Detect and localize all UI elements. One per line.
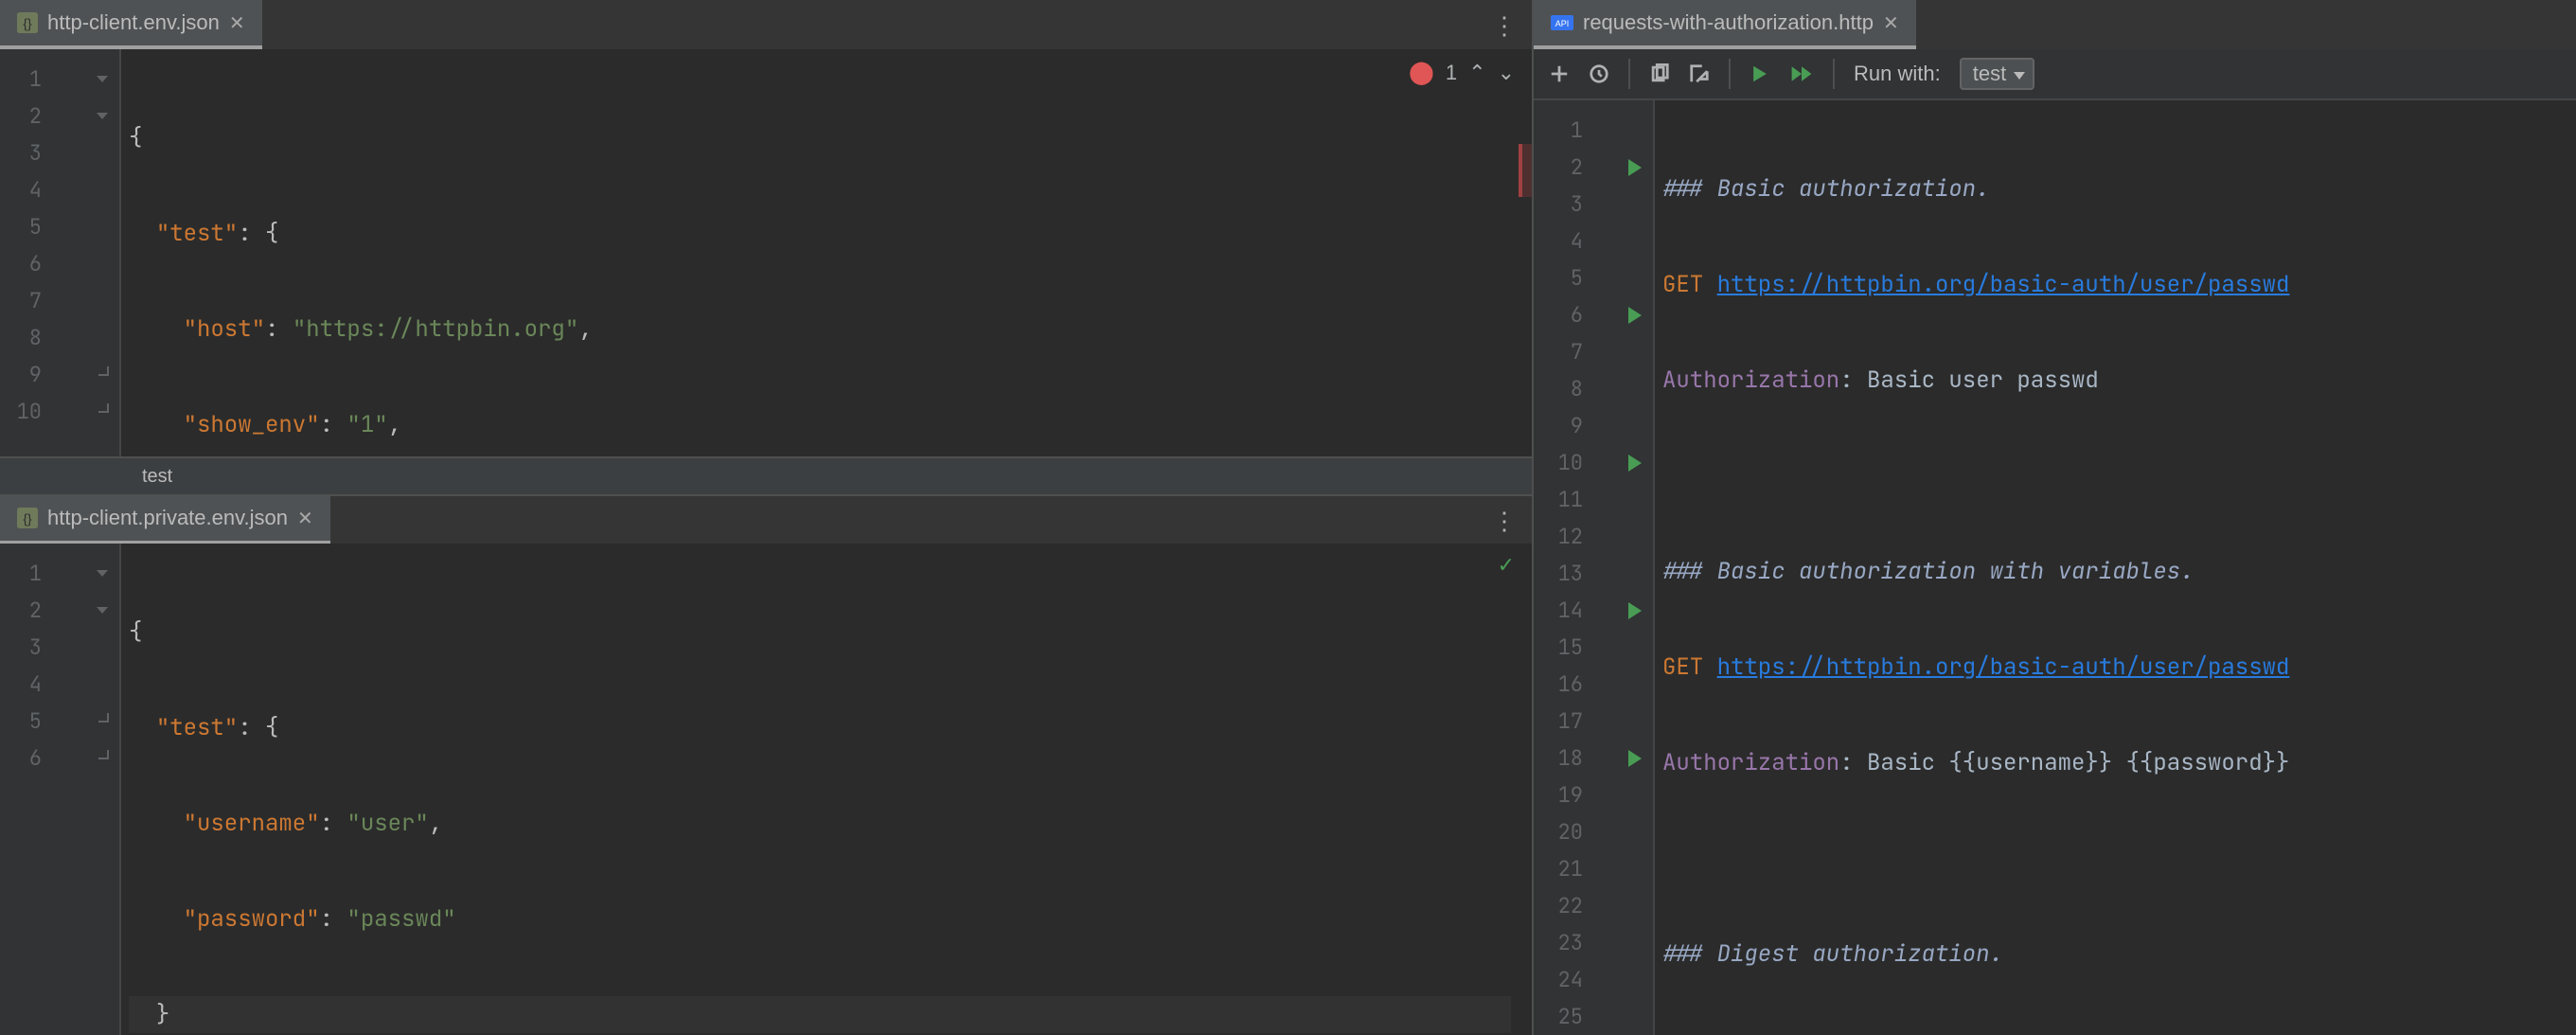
json-file-icon: {} [17,508,38,528]
fold-icon[interactable] [97,113,108,119]
tab-env-json[interactable]: {} http-client.env.json ✕ [0,0,262,49]
gutter: 12 34 56 [0,544,53,1035]
api-file-icon: API [1551,12,1573,33]
svg-text:API: API [1555,19,1570,28]
add-request-icon[interactable] [1549,63,1570,84]
run-request-icon[interactable] [1628,307,1642,324]
chevron-up-icon[interactable]: ⌃ [1468,61,1485,85]
gutter: 12 34 56 78 910 1112 1314 1516 1718 1920… [1534,100,1594,1035]
code-area[interactable]: ### Basic authorization. GET https://htt… [1655,100,2576,1035]
inspection-status[interactable]: ⬤ 1 ⌃ ⌄ [1409,59,1515,86]
editor-env-json[interactable]: 12 34 56 78 910 { "test": { "host": "htt… [0,49,1532,456]
fold-end-icon [98,721,108,723]
tab-menu-icon[interactable]: ⋮ [1492,9,1519,42]
fold-end-icon [98,374,108,376]
tab-menu-icon[interactable]: ⋮ [1492,504,1519,537]
run-request-icon[interactable] [1628,455,1642,472]
env-selector[interactable]: test [1960,58,2034,90]
run-request-icon[interactable] [1628,750,1642,767]
error-stripe[interactable] [1519,144,1532,197]
code-area[interactable]: { "test": { "host": "https://httpbin.org… [121,49,1532,456]
fold-icon[interactable] [97,76,108,82]
tabbar-left-bottom: {} http-client.private.env.json ✕ ⋮ [0,494,1532,544]
fold-column [53,49,121,456]
run-with-label: Run with: [1854,62,1941,86]
http-client-toolbar: Run with: test [1534,49,2576,100]
chevron-down-icon[interactable]: ⌄ [1498,61,1515,85]
error-icon: ⬤ [1409,59,1434,86]
history-icon[interactable] [1589,63,1609,84]
ok-icon: ✓ [1498,553,1515,578]
editor-http-requests[interactable]: 12 34 56 78 910 1112 1314 1516 1718 1920… [1534,100,2576,1035]
fold-icon[interactable] [97,607,108,614]
tab-label: requests-with-authorization.http [1583,10,1874,35]
breadcrumb[interactable]: test [0,456,1532,494]
run-request-icon[interactable] [1628,159,1642,176]
fold-icon[interactable] [97,570,108,577]
error-count: 1 [1446,61,1457,85]
copy-icon[interactable] [1649,63,1670,84]
tabbar-left-top: {} http-client.env.json ✕ ⋮ [0,0,1532,49]
tab-label: http-client.env.json [47,10,220,35]
tabbar-right: API requests-with-authorization.http ✕ [1534,0,2576,49]
import-icon[interactable] [1689,63,1710,84]
editor-private-env-json[interactable]: 12 34 56 { "test": { "username": "user",… [0,544,1532,1035]
close-icon[interactable]: ✕ [229,11,245,35]
fold-column [53,544,121,1035]
json-file-icon: {} [17,12,38,33]
fold-end-icon [98,758,108,759]
run-icon[interactable] [1750,63,1770,84]
run-gutter [1594,100,1655,1035]
inspection-status[interactable]: ✓ [1498,553,1515,578]
svg-text:{}: {} [23,512,32,526]
svg-text:{}: {} [23,17,32,31]
tab-label: http-client.private.env.json [47,506,288,530]
close-icon[interactable]: ✕ [1883,11,1899,35]
gutter: 12 34 56 78 910 [0,49,53,456]
tab-private-env-json[interactable]: {} http-client.private.env.json ✕ [0,495,330,544]
run-request-icon[interactable] [1628,602,1642,619]
run-all-icon[interactable] [1789,63,1814,84]
fold-end-icon [98,411,108,413]
code-area[interactable]: { "test": { "username": "user", "passwor… [121,544,1532,1035]
tab-http-requests[interactable]: API requests-with-authorization.http ✕ [1534,0,1916,49]
close-icon[interactable]: ✕ [297,507,313,530]
